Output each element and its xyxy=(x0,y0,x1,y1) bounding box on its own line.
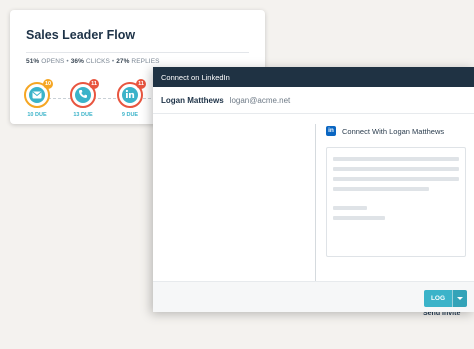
flow-title: Sales Leader Flow xyxy=(26,28,136,42)
step-ring: 10 xyxy=(24,79,53,108)
invite-note-textarea[interactable] xyxy=(326,147,466,257)
step-count-badge: 11 xyxy=(136,79,146,89)
step-count-badge: 11 xyxy=(89,79,99,89)
flow-step-email[interactable]: 10 10 DUE xyxy=(17,79,57,118)
placeholder-line xyxy=(333,177,459,181)
flow-step-call[interactable]: 11 13 DUE xyxy=(63,79,103,118)
placeholder-line xyxy=(333,157,459,161)
log-split-button: LOG xyxy=(424,290,467,307)
recipient-email: logan@acme.net xyxy=(229,95,291,105)
linkedin-icon xyxy=(125,86,135,104)
replies-value: 27% xyxy=(116,58,130,65)
placeholder-line xyxy=(333,167,459,171)
recipient-row: Logan Matthews logan@acme.net xyxy=(153,87,474,114)
clicks-value: 36% xyxy=(70,58,84,65)
recipient-name[interactable]: Logan Matthews xyxy=(161,96,224,105)
linkedin-heading-text: Connect With Logan Matthews xyxy=(342,126,445,136)
chevron-down-icon xyxy=(457,297,463,300)
replies-label: REPLIES xyxy=(131,58,160,65)
flow-stats: 51% OPENS • 36% CLICKS • 27% REPLIES xyxy=(26,58,160,65)
left-pane xyxy=(153,114,315,302)
modal-body: in Connect With Logan Matthews Send Invi… xyxy=(153,114,474,349)
pane-divider xyxy=(315,124,316,292)
modal-footer: LOG xyxy=(153,281,474,312)
placeholder-line xyxy=(333,216,385,220)
step-ring: 11 xyxy=(117,79,146,108)
linkedin-heading: in Connect With Logan Matthews xyxy=(326,126,466,136)
flow-divider xyxy=(26,52,249,53)
flow-step-linkedin[interactable]: 11 9 DUE xyxy=(110,79,150,118)
step-count-badge: 10 xyxy=(43,79,53,89)
modal-title: Connect on LinkedIn xyxy=(161,72,230,82)
opens-label: OPENS xyxy=(41,58,65,65)
clicks-label: CLICKS xyxy=(85,58,110,65)
stats-separator: • xyxy=(111,58,115,65)
opens-value: 51% xyxy=(26,58,40,65)
step-ring: 11 xyxy=(70,79,99,108)
phone-icon xyxy=(78,86,88,104)
placeholder-line xyxy=(333,206,367,210)
log-options-button[interactable] xyxy=(452,290,467,307)
step-due-label: 13 DUE xyxy=(73,112,93,118)
modal-header: Connect on LinkedIn xyxy=(153,67,474,87)
step-due-label: 10 DUE xyxy=(27,112,47,118)
connect-linkedin-modal: Connect on LinkedIn Logan Matthews logan… xyxy=(153,67,474,317)
placeholder-line xyxy=(333,187,429,191)
linkedin-pane: in Connect With Logan Matthews xyxy=(326,114,466,257)
step-due-label: 9 DUE xyxy=(121,112,139,118)
envelope-icon xyxy=(32,86,42,104)
linkedin-logo-icon: in xyxy=(326,126,336,136)
log-button[interactable]: LOG xyxy=(424,290,452,307)
stats-separator: • xyxy=(66,58,69,65)
